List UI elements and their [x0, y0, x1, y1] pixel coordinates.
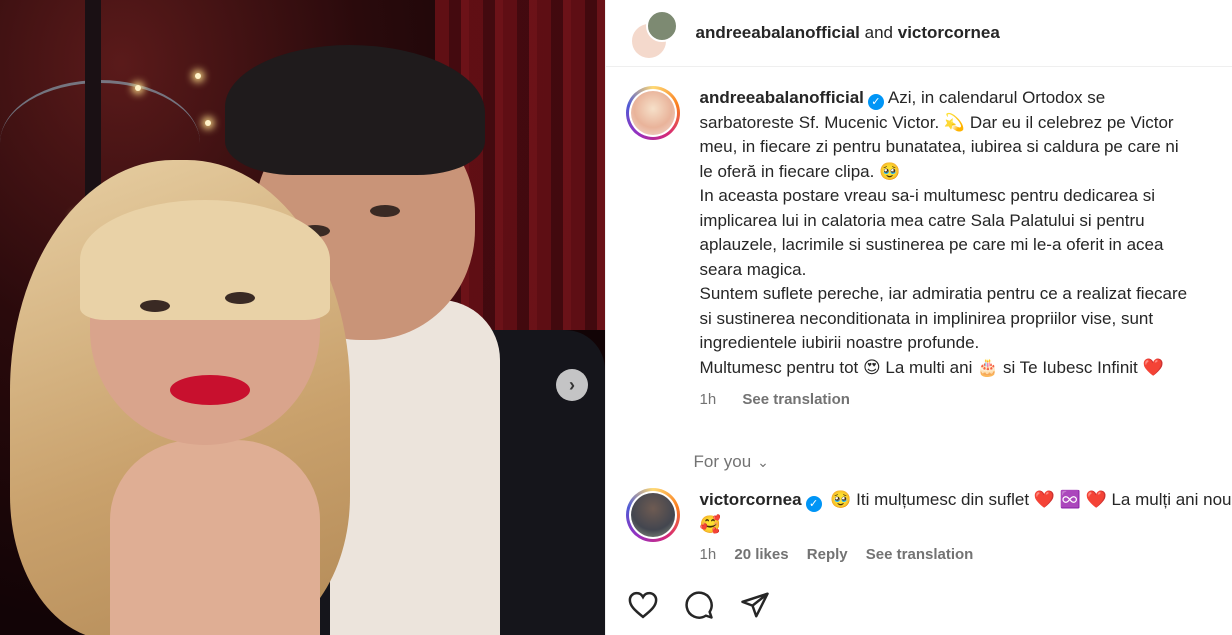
- comment-icon: [684, 591, 713, 619]
- header-conj: and: [864, 23, 894, 42]
- man-eye: [370, 205, 400, 217]
- caption-line: meu, in fiecare zi pentru bunatatea, iub…: [699, 137, 1179, 156]
- light-bulb: [195, 73, 201, 79]
- story-ring[interactable]: [625, 488, 680, 542]
- woman-neck: [110, 440, 320, 635]
- chevron-right-icon: ›: [569, 374, 575, 395]
- caption-line: ingredientele iubirii noastre profunde.: [699, 333, 980, 352]
- woman-hair-top: [80, 200, 330, 320]
- action-bar: [626, 588, 772, 622]
- man-turtleneck: [330, 300, 500, 635]
- post-header: andreeabalanofficial and victorcornea: [605, 0, 1232, 67]
- post-details-panel: andreeabalanofficial and victorcornea an…: [604, 0, 1232, 635]
- header-user-b[interactable]: victorcornea: [898, 23, 1000, 42]
- next-photo-button[interactable]: ›: [556, 369, 588, 401]
- light-bulb: [205, 120, 211, 126]
- caption-username[interactable]: andreeabalanofficial: [700, 88, 864, 107]
- like-button[interactable]: [626, 588, 660, 622]
- woman-eye: [140, 300, 170, 312]
- chevron-down-icon: ⌄: [757, 454, 769, 470]
- avatar[interactable]: [630, 91, 675, 135]
- light-bulb: [135, 85, 141, 91]
- heart-icon: [628, 591, 657, 619]
- caption-line: aplauzele, lacrimile si sustinerea pe ca…: [699, 235, 1164, 254]
- caption-line: si sustinerea neconditionata in implinir…: [699, 308, 1154, 328]
- caption-line: Suntem suflete pereche, iar admiratia pe…: [699, 284, 1188, 303]
- caption: andreeabalanofficial ✓ Azi, in calendarul …: [625, 86, 1232, 413]
- man-hair: [225, 45, 485, 175]
- collab-avatars[interactable]: [629, 8, 686, 60]
- post-photo[interactable]: ›: [0, 0, 605, 635]
- verified-badge-icon: ✓: [805, 496, 822, 512]
- avatar[interactable]: [630, 493, 675, 537]
- for-you-toggle[interactable]: For you ⌄: [694, 452, 769, 472]
- caption-line: le oferă in fiecare clipa. 🥹: [699, 161, 901, 181]
- caption-line: Multumesc pentru tot 😍 La multi ani 🎂 si…: [699, 357, 1164, 377]
- caption-time[interactable]: 1h: [700, 391, 717, 408]
- share-button[interactable]: [738, 588, 772, 622]
- caption-line: In aceasta postare vreau sa-i multumesc …: [699, 186, 1155, 205]
- collab-title: andreeabalanofficial and victorcornea: [696, 23, 1000, 43]
- header-user-a[interactable]: andreeabalanofficial: [696, 23, 860, 42]
- share-icon: [740, 592, 769, 618]
- comment-time[interactable]: 1h: [700, 546, 717, 563]
- avatar-victor[interactable]: [645, 10, 678, 42]
- caption-line: sarbatoreste Sf. Mucenic Victor. 💫 Dar e…: [699, 112, 1174, 132]
- see-translation-link[interactable]: See translation: [742, 391, 850, 408]
- woman-eye: [225, 292, 255, 304]
- story-ring[interactable]: [625, 86, 680, 140]
- reply-button[interactable]: Reply: [807, 546, 848, 563]
- comment-see-translation[interactable]: See translation: [866, 546, 974, 563]
- comment-likes[interactable]: 20 likes: [734, 546, 788, 563]
- caption-line: Azi, in calendarul Ortodox se: [887, 88, 1106, 107]
- verified-badge-icon: ✓: [867, 94, 884, 110]
- caption-line: implicarea lui in calatoria mea catre Sa…: [699, 210, 1145, 230]
- comment-username[interactable]: victorcornea: [700, 490, 802, 509]
- comment-button[interactable]: [682, 588, 716, 622]
- for-you-label: For you: [693, 452, 752, 471]
- woman-lips: [170, 375, 250, 405]
- caption-line: seara magica.: [699, 259, 807, 279]
- comment-item: victorcornea ✓ 🥹 Iti mulțumesc din suflet…: [625, 488, 1232, 568]
